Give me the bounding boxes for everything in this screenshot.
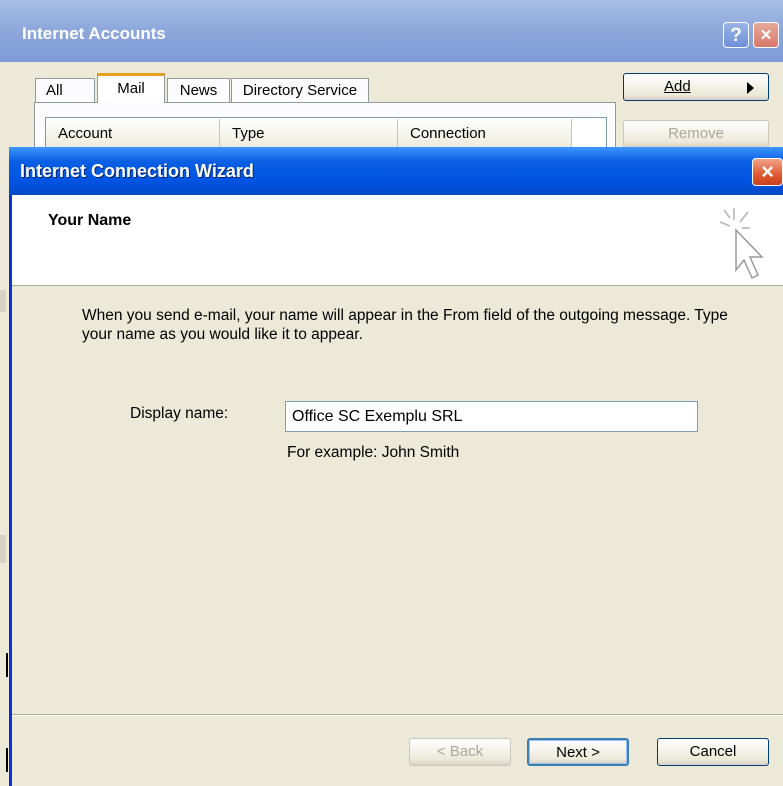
background-edge-mark <box>0 535 6 563</box>
background-edge-mark <box>6 748 8 772</box>
help-button[interactable]: ? <box>723 22 749 48</box>
internet-accounts-close-button[interactable]: × <box>753 22 779 48</box>
column-header-connection[interactable]: Connection <box>398 119 572 149</box>
background-edge-mark <box>6 653 8 677</box>
next-button[interactable]: Next > <box>527 738 629 766</box>
wizard-footer-divider <box>12 714 783 716</box>
background-edge-mark <box>0 290 6 312</box>
column-header-account[interactable]: Account <box>46 119 220 149</box>
tab-directory-service[interactable]: Directory Service <box>231 78 369 102</box>
column-header-type[interactable]: Type <box>220 119 398 149</box>
display-name-input[interactable] <box>285 401 698 432</box>
tab-mail[interactable]: Mail <box>97 73 165 103</box>
wizard-pointer-icon <box>719 208 764 280</box>
display-name-example: For example: John Smith <box>287 444 460 461</box>
wizard-title: Internet Connection Wizard <box>20 161 254 181</box>
submenu-arrow-icon <box>747 82 754 94</box>
wizard-step-heading: Your Name <box>48 212 132 229</box>
tab-news[interactable]: News <box>167 78 230 102</box>
wizard-close-button[interactable]: × <box>752 158 783 186</box>
remove-button[interactable]: Remove <box>623 120 769 148</box>
back-button[interactable]: < Back <box>409 738 511 766</box>
internet-accounts-title: Internet Accounts <box>22 24 166 43</box>
wizard-instructions: When you send e-mail, your name will app… <box>82 307 728 343</box>
cancel-button[interactable]: Cancel <box>657 738 769 766</box>
display-name-label: Display name: <box>130 405 229 422</box>
add-button-label: Add <box>664 78 691 95</box>
tab-all[interactable]: All <box>35 78 95 102</box>
wizard-header-panel <box>12 195 783 286</box>
